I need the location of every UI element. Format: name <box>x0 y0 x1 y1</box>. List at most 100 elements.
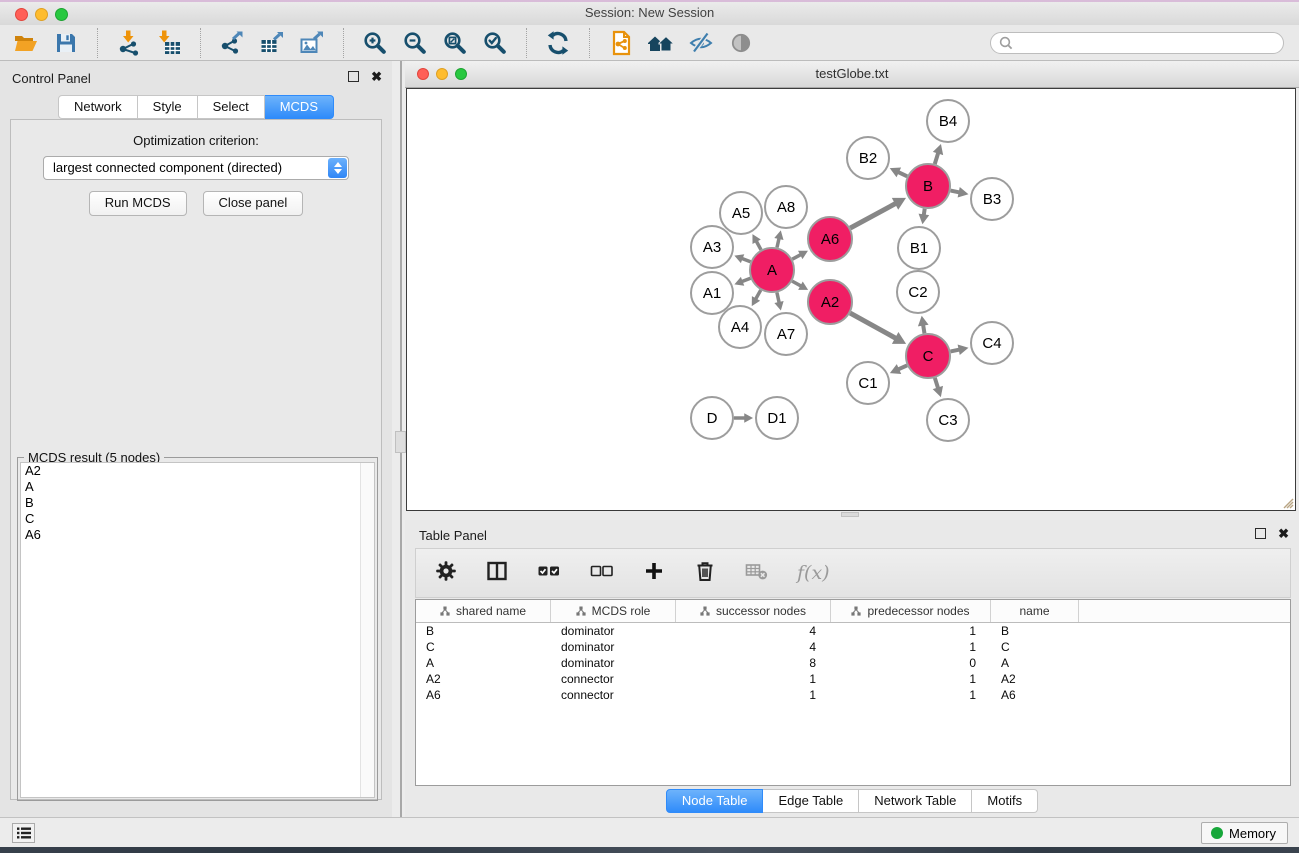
close-window-button[interactable] <box>15 8 28 21</box>
task-history-button[interactable] <box>12 823 35 843</box>
network-node-B1[interactable]: B1 <box>898 227 940 269</box>
first-neighbors-button[interactable] <box>645 27 677 59</box>
network-minimize-button[interactable] <box>436 68 448 80</box>
column-header-predecessor-nodes[interactable]: predecessor nodes <box>831 600 991 622</box>
network-node-A[interactable]: A <box>750 248 794 292</box>
float-table-panel-icon[interactable] <box>1255 528 1266 539</box>
horizontal-divider-grip[interactable] <box>841 512 859 517</box>
control-tab-select[interactable]: Select <box>198 95 265 119</box>
cell-name[interactable]: A2 <box>991 672 1079 686</box>
mcds-result-item[interactable]: B <box>21 495 374 511</box>
cell-successor-nodes[interactable]: 1 <box>676 672 831 686</box>
cell-mcds-role[interactable]: dominator <box>551 640 676 654</box>
network-node-A8[interactable]: A8 <box>765 186 807 228</box>
cell-successor-nodes[interactable]: 4 <box>676 640 831 654</box>
deselect-all-button[interactable] <box>589 559 615 588</box>
mcds-result-item[interactable]: A2 <box>21 463 374 479</box>
zoom-selected-button[interactable] <box>479 27 511 59</box>
network-edge-A-A5[interactable] <box>752 234 761 250</box>
cell-shared-name[interactable]: A <box>416 656 551 670</box>
cell-shared-name[interactable]: A2 <box>416 672 551 686</box>
network-edge-A-A4[interactable] <box>752 290 761 306</box>
import-table-button[interactable] <box>153 27 185 59</box>
maximize-window-button[interactable] <box>55 8 68 21</box>
network-edge-C-C4[interactable] <box>951 344 969 355</box>
cell-mcds-role[interactable]: dominator <box>551 656 676 670</box>
close-panel-icon[interactable]: ✖ <box>371 71 382 82</box>
save-session-button[interactable] <box>50 27 82 59</box>
node-table-row[interactable]: Cdominator41C <box>416 639 1290 655</box>
cell-predecessor-nodes[interactable]: 1 <box>831 672 991 686</box>
network-edge-A-A6[interactable] <box>792 251 808 259</box>
network-node-C3[interactable]: C3 <box>927 399 969 441</box>
network-node-A2[interactable]: A2 <box>808 280 852 324</box>
cell-predecessor-nodes[interactable]: 0 <box>831 656 991 670</box>
network-edge-A6-B[interactable] <box>850 198 906 228</box>
network-edge-A-A8[interactable] <box>774 230 783 247</box>
divider-grip[interactable] <box>395 431 406 453</box>
mcds-result-item[interactable]: C <box>21 511 374 527</box>
node-table-row[interactable]: A6connector11A6 <box>416 687 1290 703</box>
network-edge-C-C2[interactable] <box>918 316 929 334</box>
table-tab-network-table[interactable]: Network Table <box>859 789 972 813</box>
resize-grip-icon[interactable] <box>1278 493 1294 509</box>
search-input[interactable] <box>1018 33 1283 53</box>
zoom-fit-button[interactable] <box>439 27 471 59</box>
search-field[interactable] <box>990 32 1284 54</box>
open-session-button[interactable] <box>10 27 42 59</box>
network-edge-B-B2[interactable] <box>890 167 907 177</box>
network-edge-B-B1[interactable] <box>919 209 930 224</box>
network-canvas[interactable]: B4B2BB3A8A5A6A3B1AC2A1A2A4A7C4CC1C3DD1 <box>406 88 1296 511</box>
cell-name[interactable]: C <box>991 640 1079 654</box>
cell-predecessor-nodes[interactable]: 1 <box>831 640 991 654</box>
column-header-name[interactable]: name <box>991 600 1079 622</box>
mcds-result-item[interactable]: A6 <box>21 527 374 543</box>
network-node-B[interactable]: B <box>906 164 950 208</box>
minimize-window-button[interactable] <box>35 8 48 21</box>
cell-shared-name[interactable]: C <box>416 640 551 654</box>
cell-mcds-role[interactable]: dominator <box>551 624 676 638</box>
cell-successor-nodes[interactable]: 8 <box>676 656 831 670</box>
close-panel-button[interactable]: Close panel <box>203 191 304 216</box>
delete-column-button[interactable] <box>693 559 717 588</box>
apply-layout-button[interactable] <box>542 27 574 59</box>
zoom-in-button[interactable] <box>359 27 391 59</box>
close-table-panel-icon[interactable]: ✖ <box>1278 528 1289 539</box>
network-node-C2[interactable]: C2 <box>897 271 939 313</box>
network-node-B3[interactable]: B3 <box>971 178 1013 220</box>
node-table-row[interactable]: A2connector11A2 <box>416 671 1290 687</box>
network-node-C[interactable]: C <box>906 334 950 378</box>
cell-predecessor-nodes[interactable]: 1 <box>831 688 991 702</box>
network-edge-C-C1[interactable] <box>890 364 907 374</box>
result-scrollbar[interactable] <box>360 463 374 797</box>
float-panel-icon[interactable] <box>348 71 359 82</box>
show-column-button[interactable] <box>485 559 509 588</box>
table-tab-edge-table[interactable]: Edge Table <box>763 789 859 813</box>
memory-button[interactable]: Memory <box>1201 822 1288 844</box>
criterion-dropdown[interactable]: largest connected component (directed) <box>43 156 349 180</box>
network-edge-D-D1[interactable] <box>734 413 753 422</box>
network-node-C4[interactable]: C4 <box>971 322 1013 364</box>
cell-mcds-role[interactable]: connector <box>551 672 676 686</box>
network-node-A5[interactable]: A5 <box>720 192 762 234</box>
cell-name[interactable]: A6 <box>991 688 1079 702</box>
cell-predecessor-nodes[interactable]: 1 <box>831 624 991 638</box>
export-table-button[interactable] <box>256 27 288 59</box>
panel-divider[interactable] <box>392 61 405 817</box>
run-mcds-button[interactable]: Run MCDS <box>89 191 187 216</box>
create-column-button[interactable] <box>642 559 666 588</box>
cell-mcds-role[interactable]: connector <box>551 688 676 702</box>
cell-successor-nodes[interactable]: 1 <box>676 688 831 702</box>
network-edge-A-A7[interactable] <box>774 292 783 310</box>
cell-shared-name[interactable]: B <box>416 624 551 638</box>
network-edge-A-A1[interactable] <box>734 277 750 286</box>
network-maximize-button[interactable] <box>455 68 467 80</box>
hide-selected-button[interactable] <box>685 27 717 59</box>
network-edge-B-B3[interactable] <box>951 187 969 198</box>
network-node-A1[interactable]: A1 <box>691 272 733 314</box>
select-all-button[interactable] <box>536 559 562 588</box>
network-node-B2[interactable]: B2 <box>847 137 889 179</box>
zoom-out-button[interactable] <box>399 27 431 59</box>
node-table-row[interactable]: Bdominator41B <box>416 623 1290 639</box>
control-tab-style[interactable]: Style <box>138 95 198 119</box>
